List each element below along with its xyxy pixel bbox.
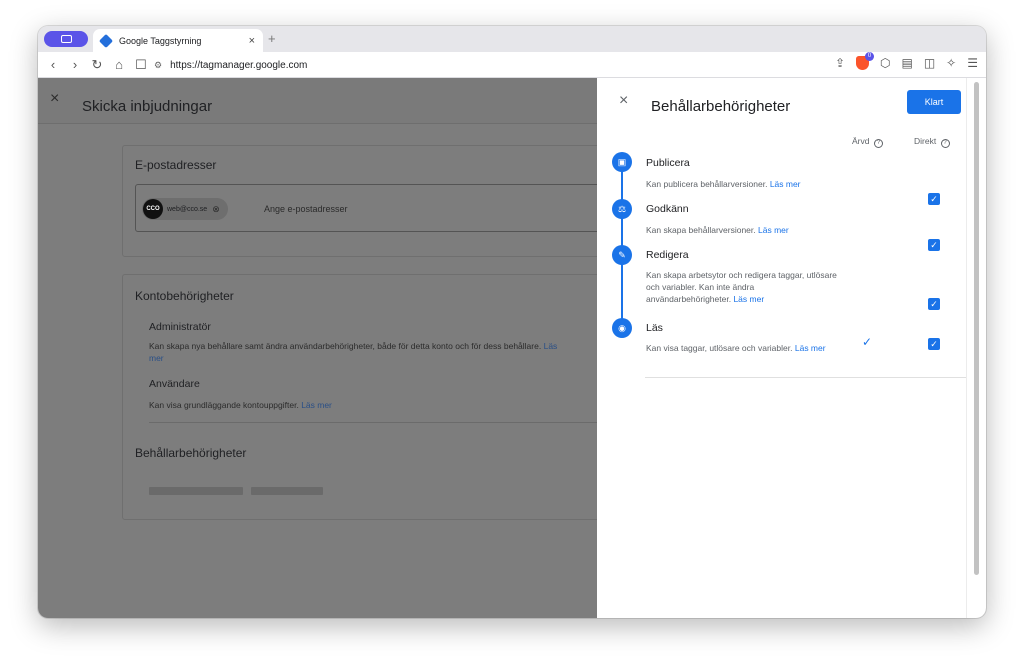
help-icon[interactable]: ? bbox=[873, 139, 883, 148]
learn-more-link[interactable]: Läs mer bbox=[733, 294, 764, 304]
publish-icon: ▣ bbox=[612, 152, 632, 172]
tab-close-icon[interactable]: × bbox=[249, 35, 255, 47]
close-panel-icon[interactable]: × bbox=[619, 92, 628, 110]
reload-icon[interactable]: ↻ bbox=[90, 57, 104, 73]
panel-scrollbar[interactable] bbox=[966, 78, 986, 618]
sidebar-icon bbox=[60, 35, 72, 43]
url-text: https://tagmanager.google.com bbox=[170, 59, 308, 71]
learn-more-link[interactable]: Läs mer bbox=[758, 225, 789, 235]
role-admin-desc: Kan skapa nya behållare samt ändra använ… bbox=[149, 341, 558, 363]
bookmark-icon[interactable]: ☐ bbox=[134, 57, 148, 73]
perm-read-name: Läs bbox=[646, 322, 663, 334]
perm-publish-direct-checkbox[interactable]: ✓ bbox=[928, 193, 940, 205]
col-inherited-header: Ärvd ? bbox=[852, 136, 883, 148]
role-user-title[interactable]: Användare bbox=[149, 378, 200, 390]
home-icon[interactable]: ⌂ bbox=[112, 57, 126, 72]
email-input-placeholder[interactable]: Ange e-postadresser bbox=[264, 204, 348, 214]
tab-google-tag-manager[interactable]: Google Taggstyrning × bbox=[93, 29, 263, 52]
perm-edit-desc: Kan skapa arbetsytor och redigera taggar… bbox=[646, 270, 837, 304]
sidebar-panel-icon[interactable]: ◫ bbox=[924, 56, 935, 70]
back-icon[interactable]: ‹ bbox=[46, 57, 60, 72]
reader-icon[interactable]: ▤ bbox=[901, 56, 912, 70]
perm-read-inherited-check-icon: ✓ bbox=[862, 335, 873, 349]
shield-count-badge: 0 bbox=[865, 52, 874, 61]
role-admin-title[interactable]: Administratör bbox=[149, 321, 211, 333]
menu-icon[interactable]: ☰ bbox=[967, 56, 978, 70]
perm-publish-desc: Kan publicera behållarversioner. Läs mer bbox=[646, 179, 801, 189]
learn-more-link[interactable]: Läs mer bbox=[795, 343, 826, 353]
perm-edit-direct-checkbox[interactable]: ✓ bbox=[928, 298, 940, 310]
extensions-icon[interactable]: ⬡ bbox=[880, 56, 890, 70]
account-permissions-heading: Kontobehörigheter bbox=[135, 289, 234, 303]
browser-window: Google Taggstyrning × + ‹ › ↻ ⌂ ☐ ⚙ http… bbox=[38, 26, 986, 618]
redacted-container-name bbox=[149, 487, 243, 495]
chip-email: web@cco.se bbox=[167, 205, 208, 213]
email-heading: E-postadresser bbox=[135, 158, 217, 172]
panel-title: Behållarbehörigheter bbox=[651, 98, 791, 115]
perm-read-direct-checkbox[interactable]: ✓ bbox=[928, 338, 940, 350]
divider bbox=[645, 377, 967, 378]
scrollbar-thumb[interactable] bbox=[974, 82, 979, 575]
toolbar-actions: ⇪ 0 ⬡ ▤ ◫ ✧ ☰ bbox=[835, 52, 978, 70]
learn-more-link[interactable]: Läs mer bbox=[301, 400, 332, 410]
browser-toolbar: ‹ › ↻ ⌂ ☐ ⚙ https://tagmanager.google.co… bbox=[38, 52, 986, 78]
container-permissions-heading: Behållarbehörigheter bbox=[135, 446, 247, 460]
leo-icon[interactable]: ✧ bbox=[946, 56, 956, 70]
address-bar[interactable]: ⚙ https://tagmanager.google.com bbox=[148, 55, 868, 75]
new-tab-button[interactable]: + bbox=[268, 31, 276, 46]
brave-shield-icon[interactable]: 0 bbox=[856, 52, 874, 70]
close-invite-icon[interactable]: × bbox=[50, 90, 59, 108]
page-title: Skicka inbjudningar bbox=[82, 98, 213, 115]
share-icon[interactable]: ⇪ bbox=[835, 56, 845, 70]
done-button[interactable]: Klart bbox=[907, 90, 961, 114]
divider bbox=[149, 422, 669, 423]
perm-read-desc: Kan visa taggar, utlösare och variabler.… bbox=[646, 343, 826, 353]
perm-approve-direct-checkbox[interactable]: ✓ bbox=[928, 239, 940, 251]
col-direct-header: Direkt ? bbox=[914, 136, 950, 148]
role-user-desc: Kan visa grundläggande kontouppgifter. L… bbox=[149, 400, 332, 410]
approve-gavel-icon: ⚖ bbox=[612, 199, 632, 219]
redacted-container-id bbox=[251, 487, 323, 495]
perm-edit-name: Redigera bbox=[646, 249, 689, 261]
perm-approve-desc: Kan skapa behållarversioner. Läs mer bbox=[646, 225, 789, 235]
perm-approve-name: Godkänn bbox=[646, 203, 689, 215]
forward-icon[interactable]: › bbox=[68, 57, 82, 72]
site-settings-icon[interactable]: ⚙ bbox=[154, 60, 162, 71]
avatar: CCO bbox=[143, 199, 163, 219]
help-icon[interactable]: ? bbox=[940, 139, 950, 148]
read-eye-icon: ◉ bbox=[612, 318, 632, 338]
learn-more-link[interactable]: Läs mer bbox=[770, 179, 801, 189]
edit-pencil-icon: ✎ bbox=[612, 245, 632, 265]
email-chip[interactable]: CCO web@cco.se ⊗ bbox=[142, 198, 228, 220]
chip-remove-icon[interactable]: ⊗ bbox=[212, 204, 220, 215]
tab-title: Google Taggstyrning bbox=[119, 35, 202, 46]
tab-strip: Google Taggstyrning × + bbox=[38, 26, 986, 52]
container-permissions-panel: × Behållarbehörigheter Klart Ärvd ? Dire… bbox=[597, 78, 986, 618]
email-input-box[interactable]: CCO web@cco.se ⊗ Ange e-postadresser bbox=[135, 184, 655, 232]
perm-publish-name: Publicera bbox=[646, 157, 690, 169]
gtm-favicon-icon bbox=[98, 33, 114, 48]
sidebar-toggle-button[interactable] bbox=[44, 31, 88, 47]
